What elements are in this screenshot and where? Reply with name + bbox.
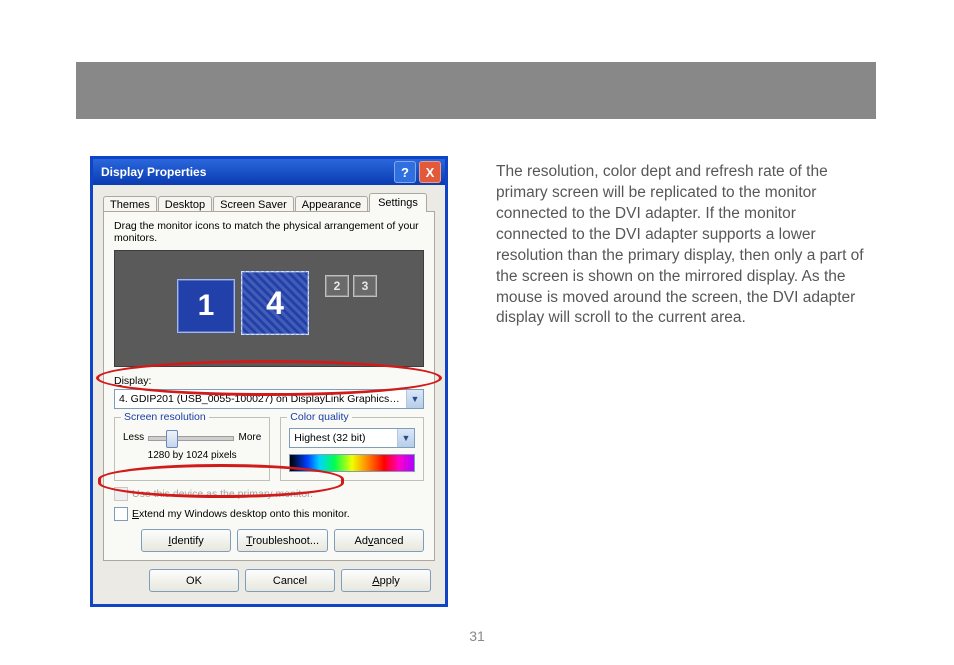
page-number: 31 <box>0 628 954 644</box>
color-spectrum-bar <box>289 454 415 472</box>
screen-resolution-group: Screen resolution Less More 1280 by 1024… <box>114 417 270 481</box>
extend-desktop-checkbox[interactable] <box>114 507 128 521</box>
advanced-button[interactable]: Advanced <box>334 529 424 552</box>
monitor-arrangement-area[interactable]: 1 4 2 3 <box>114 250 424 367</box>
content-area: Display Properties ? X Themes Desktop Sc… <box>90 156 870 607</box>
identify-button[interactable]: Identify <box>141 529 231 552</box>
resolution-value-text: 1280 by 1024 pixels <box>123 450 261 461</box>
drag-instruction-text: Drag the monitor icons to match the phys… <box>114 220 424 244</box>
dialog-title: Display Properties <box>101 165 206 179</box>
less-label: Less <box>123 432 144 443</box>
chevron-down-icon: ▼ <box>406 390 423 408</box>
tab-panel-settings: Drag the monitor icons to match the phys… <box>103 211 435 561</box>
ok-button[interactable]: OK <box>149 569 239 592</box>
color-quality-group: Color quality Highest (32 bit) ▼ <box>280 417 424 481</box>
dialog-body: Themes Desktop Screen Saver Appearance S… <box>93 185 445 604</box>
monitor-4[interactable]: 4 <box>241 271 309 335</box>
dialog-titlebar[interactable]: Display Properties ? X <box>93 159 445 185</box>
use-primary-label: Use this device as the primary monitor. <box>132 488 313 500</box>
color-quality-legend: Color quality <box>287 411 351 423</box>
titlebar-help-button[interactable]: ? <box>394 161 416 183</box>
apply-button[interactable]: Apply <box>341 569 431 592</box>
tabstrip: Themes Desktop Screen Saver Appearance S… <box>103 193 435 212</box>
extend-desktop-checkbox-row[interactable]: Extend my Windows desktop onto this moni… <box>114 507 424 521</box>
tab-settings[interactable]: Settings <box>369 193 427 212</box>
cancel-button[interactable]: Cancel <box>245 569 335 592</box>
display-select-value: 4. GDIP201 (USB_0055-100027) on DisplayL… <box>115 393 406 405</box>
color-quality-value: Highest (32 bit) <box>290 432 397 444</box>
use-primary-checkbox <box>114 487 128 501</box>
color-quality-select[interactable]: Highest (32 bit) ▼ <box>289 428 415 448</box>
titlebar-close-button[interactable]: X <box>419 161 441 183</box>
display-select[interactable]: 4. GDIP201 (USB_0055-100027) on DisplayL… <box>114 389 424 409</box>
use-primary-checkbox-row: Use this device as the primary monitor. <box>114 487 424 501</box>
close-icon: X <box>426 165 435 180</box>
chevron-down-icon: ▼ <box>397 429 414 447</box>
more-label: More <box>238 432 261 443</box>
monitor-3[interactable]: 3 <box>353 275 377 297</box>
extend-desktop-label: Extend my Windows desktop onto this moni… <box>132 508 350 520</box>
screen-resolution-legend: Screen resolution <box>121 411 209 423</box>
monitor-1[interactable]: 1 <box>177 279 235 333</box>
troubleshoot-button[interactable]: Troubleshoot... <box>237 529 328 552</box>
page-paragraph: The resolution, color dept and refresh r… <box>496 156 870 329</box>
help-icon: ? <box>401 165 409 180</box>
display-properties-dialog: Display Properties ? X Themes Desktop Sc… <box>90 156 448 607</box>
dialog-footer-buttons: OK Cancel Apply <box>103 561 435 594</box>
display-label: Display: <box>114 375 424 387</box>
resolution-slider[interactable] <box>148 428 234 446</box>
monitor-2[interactable]: 2 <box>325 275 349 297</box>
document-header-bar <box>76 62 876 119</box>
